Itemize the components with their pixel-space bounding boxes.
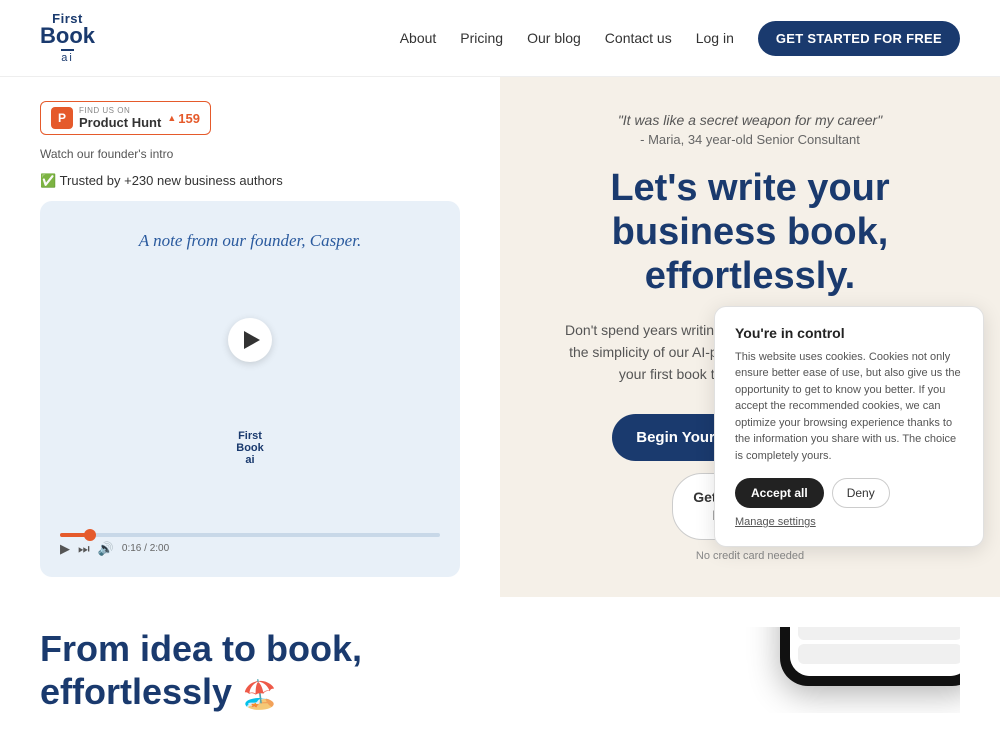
- navbar: First Book ai About Pricing Our blog Con…: [0, 0, 1000, 77]
- nav-contact[interactable]: Contact us: [605, 30, 672, 46]
- bottom-right: Casper Brix My Books Create new: [520, 627, 960, 713]
- video-logo-book: Book: [236, 442, 264, 454]
- cookie-banner: You're in control This website uses cook…: [714, 306, 984, 548]
- watch-intro-text: Watch our founder's intro: [40, 147, 460, 161]
- progress-fill: [60, 533, 90, 537]
- progress-bar[interactable]: [60, 533, 440, 537]
- left-panel: P FIND US ON Product Hunt ▲ 159 Watch ou…: [0, 77, 500, 597]
- testimonial-author: - Maria, 34 year-old Senior Consultant: [640, 132, 860, 147]
- trusted-line: ✅ Trusted by +230 new business authors: [40, 173, 460, 189]
- cookie-text: This website uses cookies. Cookies not o…: [735, 349, 963, 465]
- play-ctrl-icon[interactable]: ▶: [60, 541, 70, 557]
- product-hunt-icon: P: [51, 107, 73, 129]
- phone-content: My Books Create new: [790, 627, 960, 676]
- bottom-headline-line1: From idea to book,: [40, 628, 362, 669]
- ph-name-label: Product Hunt: [79, 115, 161, 130]
- bottom-section: From idea to book, effortlessly 🏖️ Caspe…: [0, 597, 1000, 743]
- phone-mockup: Casper Brix My Books Create new: [780, 627, 960, 686]
- play-button[interactable]: [228, 318, 272, 362]
- ph-arrow-icon: ▲: [167, 113, 176, 123]
- progress-thumb: [84, 529, 96, 541]
- bottom-headline-line2: effortlessly: [40, 671, 232, 712]
- bottom-emoji: 🏖️: [242, 679, 277, 710]
- headline-line1: Let's write your: [610, 167, 889, 209]
- play-icon: [244, 331, 260, 349]
- cookie-title: You're in control: [735, 325, 963, 341]
- nav-links: About Pricing Our blog Contact us Log in…: [400, 21, 960, 56]
- cookie-accept-button[interactable]: Accept all: [735, 478, 824, 508]
- video-logo: First Book ai: [236, 430, 264, 466]
- logo-ai: ai: [61, 49, 74, 64]
- nav-login[interactable]: Log in: [696, 30, 734, 46]
- ph-count: ▲ 159: [167, 111, 200, 126]
- product-hunt-badge[interactable]: P FIND US ON Product Hunt ▲ 159: [40, 101, 211, 135]
- control-row: ▶ ⏭ 🔊 0:16 / 2:00: [60, 541, 440, 557]
- headline-line3: effortlessly.: [645, 255, 855, 297]
- site-logo[interactable]: First Book ai: [40, 12, 95, 64]
- nav-pricing[interactable]: Pricing: [460, 30, 503, 46]
- phone-book-item-1: [798, 627, 960, 640]
- logo-book: Book: [40, 25, 95, 47]
- video-player: A note from our founder, Casper. First B…: [40, 201, 460, 577]
- video-note-text: A note from our founder, Casper.: [139, 221, 361, 251]
- video-controls: ▶ ⏭ 🔊 0:16 / 2:00: [60, 533, 440, 557]
- ph-count-number: 159: [178, 111, 200, 126]
- volume-icon[interactable]: 🔊: [98, 541, 114, 557]
- bottom-headline: From idea to book, effortlessly 🏖️: [40, 627, 480, 713]
- nav-cta-button[interactable]: GET STARTED FOR FREE: [758, 21, 960, 56]
- nav-blog[interactable]: Our blog: [527, 30, 581, 46]
- headline-line2: business book,: [612, 211, 889, 253]
- cookie-settings-link[interactable]: Manage settings: [735, 516, 816, 528]
- nav-about[interactable]: About: [400, 30, 437, 46]
- video-logo-first: First: [236, 430, 264, 442]
- skip-icon[interactable]: ⏭: [78, 541, 90, 557]
- trusted-text: ✅ Trusted by +230 new business authors: [40, 173, 283, 189]
- phone-screen: Casper Brix My Books Create new: [790, 627, 960, 676]
- product-hunt-text: FIND US ON Product Hunt: [79, 106, 161, 130]
- video-time: 0:16 / 2:00: [122, 543, 169, 554]
- video-logo-ai: ai: [236, 454, 264, 466]
- no-credit-text: No credit card needed: [696, 550, 804, 562]
- cookie-deny-button[interactable]: Deny: [832, 478, 890, 508]
- ph-find-label: FIND US ON: [79, 106, 161, 115]
- hero-headline: Let's write your business book, effortle…: [610, 167, 889, 298]
- phone-book-item-2: [798, 644, 960, 664]
- bottom-left: From idea to book, effortlessly 🏖️: [40, 627, 480, 713]
- testimonial-quote: "It was like a secret weapon for my care…: [618, 112, 882, 128]
- cookie-buttons: Accept all Deny Manage settings: [735, 478, 963, 528]
